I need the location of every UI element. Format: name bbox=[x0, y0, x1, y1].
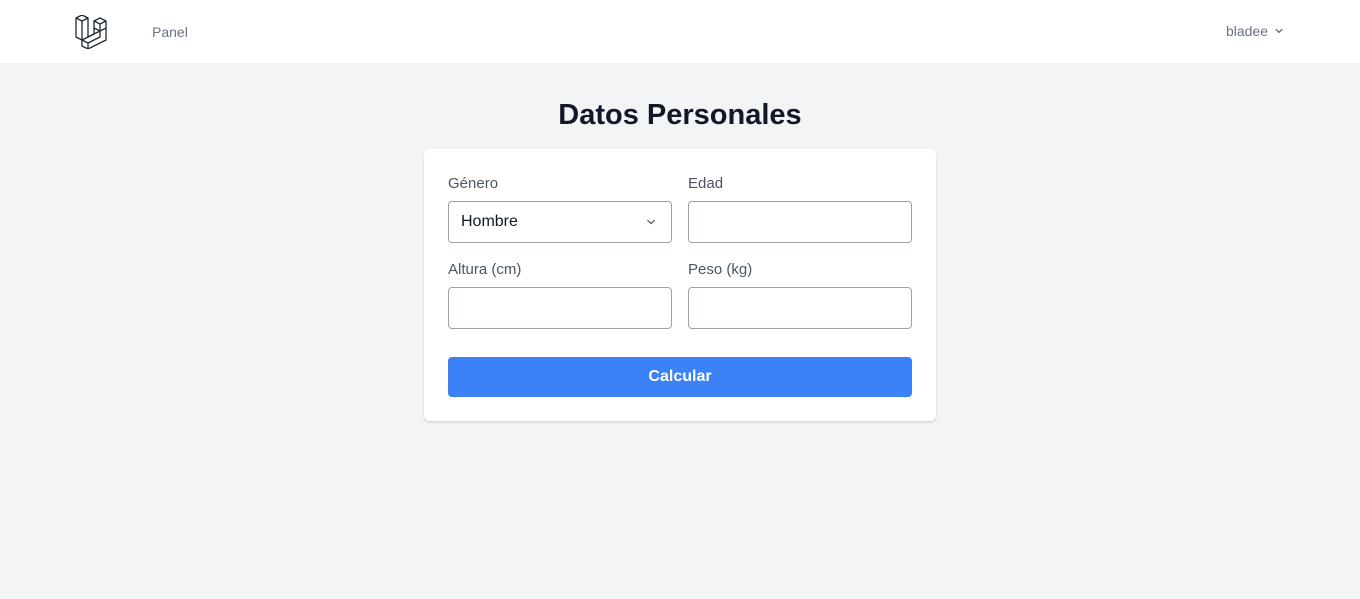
edad-input[interactable] bbox=[688, 201, 912, 243]
personal-data-form-card: Género Hombre Edad Altura (cm) Peso (kg)… bbox=[424, 149, 936, 421]
field-peso: Peso (kg) bbox=[688, 261, 912, 329]
genero-label: Género bbox=[448, 175, 499, 192]
altura-label: Altura (cm) bbox=[448, 261, 522, 278]
field-genero: Género Hombre bbox=[448, 175, 672, 243]
peso-label: Peso (kg) bbox=[688, 261, 753, 278]
altura-input[interactable] bbox=[448, 287, 672, 329]
navbar: Panel bladee bbox=[0, 0, 1360, 64]
chevron-down-icon bbox=[647, 219, 655, 225]
edad-label: Edad bbox=[688, 175, 724, 192]
field-edad: Edad bbox=[688, 175, 912, 243]
user-name: bladee bbox=[1225, 23, 1268, 39]
nav-link-panel[interactable]: Panel bbox=[152, 24, 188, 40]
field-altura: Altura (cm) bbox=[448, 261, 672, 329]
laravel-logo-icon[interactable] bbox=[74, 14, 110, 50]
calcular-button[interactable]: Calcular bbox=[448, 357, 912, 397]
genero-selected-value: Hombre bbox=[461, 213, 518, 230]
user-menu-button[interactable]: bladee bbox=[1226, 23, 1286, 39]
genero-select[interactable]: Hombre bbox=[448, 201, 672, 243]
page-title: Datos Personales bbox=[558, 99, 802, 131]
chevron-down-icon bbox=[1275, 28, 1283, 34]
peso-input[interactable] bbox=[688, 287, 912, 329]
